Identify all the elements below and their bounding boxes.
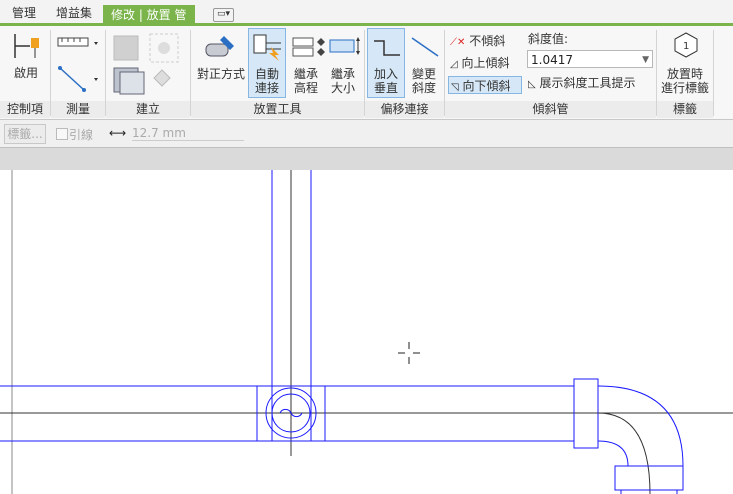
add-vertical-label-2: 垂直 xyxy=(373,81,398,95)
tab-addins[interactable]: 增益集 xyxy=(50,4,98,23)
show-slope-tooltip-label: 展示斜度工具提示 xyxy=(539,76,636,90)
view-separator xyxy=(0,148,733,170)
tag-icon: 1 xyxy=(673,32,699,63)
slope-value-select[interactable]: 1.0417 ▼ xyxy=(527,50,653,68)
leader-label: 引線 xyxy=(69,128,94,142)
inherit-size-label-1: 繼承 xyxy=(330,67,355,81)
no-slope-icon: ⟋✕ xyxy=(450,37,466,48)
slope-down-button[interactable]: ◹ 向下傾斜 xyxy=(448,76,522,94)
add-vertical-button[interactable]: 加入 垂直 xyxy=(367,28,405,98)
auto-connect-label-2: 連接 xyxy=(254,81,279,95)
slope-down-label: 向下傾斜 xyxy=(462,79,511,93)
tag-on-placement-label-2: 進行標籤 xyxy=(660,81,709,95)
panel-title-placement: 放置工具 xyxy=(191,101,364,118)
ribbon-tab-bar: 管理 增益集 修改 | 放置 管 ▭▾ xyxy=(0,0,733,26)
activate-button[interactable]: 啟用 xyxy=(6,66,46,80)
panel-title-offset: 偏移連接 xyxy=(365,101,444,118)
no-slope-label: 不傾斜 xyxy=(469,34,506,48)
inherit-elevation-icon xyxy=(291,34,325,63)
slope-value-text: 1.0417 xyxy=(531,53,573,67)
change-slope-icon xyxy=(410,34,440,63)
panel-title-control: 控制項 xyxy=(0,101,50,118)
chevron-down-icon: ▼ xyxy=(642,55,649,65)
show-slope-tooltip-button[interactable]: ◺ 展示斜度工具提示 xyxy=(528,74,636,92)
auto-connect-button[interactable]: 自動 連接 xyxy=(248,28,286,98)
length-icon: ⟷ xyxy=(109,126,127,140)
auto-connect-icon xyxy=(253,33,283,64)
auto-connect-label-1: 自動 xyxy=(254,67,279,81)
contextual-dropdown-icon[interactable]: ▭▾ xyxy=(213,8,235,22)
ribbon: 啟用 控制項 測量 建立 對正方式 自動 連接 繼承 高程 繼承 大小 放置工具 xyxy=(0,26,733,120)
justification-button[interactable]: 對正方式 xyxy=(195,67,247,81)
inherit-size-button[interactable]: 繼承 大小 xyxy=(325,67,361,95)
measure-line-icon[interactable] xyxy=(56,64,100,97)
change-slope-label-1: 變更 xyxy=(411,67,436,81)
slope-up-button[interactable]: ◿ 向上傾斜 xyxy=(450,54,510,72)
panel-title-measure: 測量 xyxy=(51,101,105,118)
inherit-size-label-2: 大小 xyxy=(330,81,355,95)
change-slope-button[interactable]: 變更 斜度 xyxy=(405,67,443,95)
measure-ruler-icon[interactable] xyxy=(56,34,100,55)
add-vertical-label-1: 加入 xyxy=(373,67,398,81)
change-slope-label-2: 斜度 xyxy=(411,81,436,95)
justification-icon xyxy=(204,32,238,65)
slope-tooltip-icon: ◺ xyxy=(528,79,536,90)
slope-down-icon: ◹ xyxy=(451,82,459,93)
tag-button[interactable]: 標籤... xyxy=(4,124,46,144)
panel-title-tag: 標籤 xyxy=(657,101,713,118)
inherit-elevation-label-1: 繼承 xyxy=(293,67,318,81)
tab-manage[interactable]: 管理 xyxy=(6,4,42,23)
tag-on-placement-button[interactable]: 放置時 進行標籤 xyxy=(658,67,712,95)
leader-checkbox[interactable] xyxy=(56,128,68,140)
inherit-elevation-button[interactable]: 繼承 高程 xyxy=(288,67,324,95)
pin-icon xyxy=(12,32,42,63)
pipe-drawing xyxy=(0,170,733,494)
component-icon[interactable] xyxy=(112,32,182,99)
tab-modify-place-pipe[interactable]: 修改 | 放置 管 xyxy=(103,5,195,26)
options-bar: 標籤... 引線 ⟷ 12.7 mm xyxy=(0,120,733,148)
inherit-elevation-label-2: 高程 xyxy=(293,81,318,95)
slope-up-icon: ◿ xyxy=(450,59,458,70)
add-vertical-icon xyxy=(372,35,402,64)
tag-on-placement-label-1: 放置時 xyxy=(666,67,703,81)
no-slope-button[interactable]: ⟋✕ 不傾斜 xyxy=(450,32,505,50)
drawing-canvas[interactable] xyxy=(0,170,733,494)
panel-title-create: 建立 xyxy=(106,101,190,118)
slope-up-label: 向上傾斜 xyxy=(461,56,510,70)
slope-value-label: 斜度值: xyxy=(528,32,569,46)
length-input[interactable]: 12.7 mm xyxy=(132,126,244,141)
tag-badge: 1 xyxy=(683,41,689,52)
panel-title-slope: 傾斜管 xyxy=(445,101,656,118)
inherit-size-icon xyxy=(328,36,362,61)
